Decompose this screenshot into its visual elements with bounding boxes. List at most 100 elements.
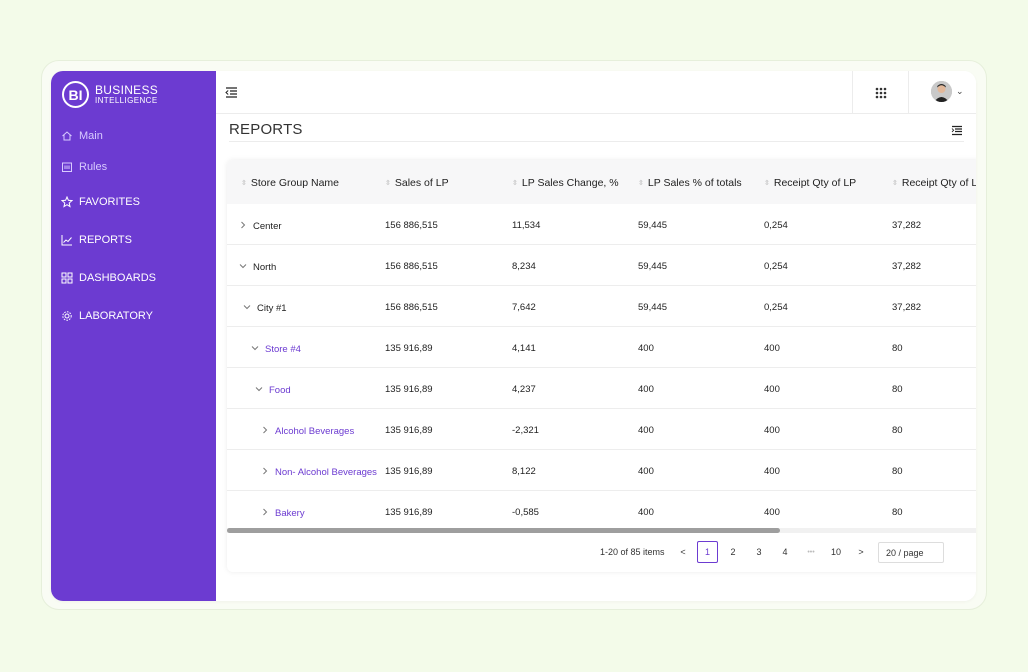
table-cell: 156 886,515 [385,220,438,231]
table-cell: 80 [892,425,903,436]
table-cell: 59,445 [638,302,668,313]
table-row[interactable]: Food 135 916,89 4,237 400 400 80 [227,368,976,409]
row-name-cell[interactable]: North [239,261,276,273]
next-page-button[interactable]: > [855,541,867,563]
column-header[interactable]: ⇳ Receipt Qty of LP [892,177,976,189]
apps-grid-icon [875,87,886,98]
table-cell: 0,254 [764,302,788,313]
prev-page-button[interactable]: < [677,541,689,563]
table-cell: 80 [892,343,903,354]
column-header[interactable]: ⇳ LP Sales % of totals [638,177,742,189]
table-cell: 156 886,515 [385,302,438,313]
sidebar-item-rules[interactable]: Rules [61,161,107,173]
row-name-label: Non- Alcohol Beverages [275,466,377,478]
sidebar-item-favorites[interactable]: FAVORITES [61,196,140,208]
table-cell: -2,321 [512,425,539,436]
row-name-label: City #1 [257,302,287,314]
sort-icon: ⇳ [385,179,391,187]
table-cell: 59,445 [638,261,668,272]
table-cell: 37,282 [892,220,922,231]
sidebar: BI BUSINESS INTELLIGENCE Main Rules FAVO… [51,71,216,601]
chevron-down-icon[interactable] [243,302,251,314]
chevron-right-icon[interactable] [239,220,247,232]
table-cell: 4,237 [512,384,536,395]
column-header[interactable]: ⇳ Receipt Qty of LP [764,177,856,189]
page-title: REPORTS [229,121,303,138]
table-cell: 80 [892,507,903,518]
table-cell: 80 [892,384,903,395]
sidebar-item-dashboards[interactable]: DASHBOARDS [61,272,156,284]
scrollbar-thumb[interactable] [227,528,780,533]
filter-list-icon[interactable] [951,123,963,136]
table-row[interactable]: North 156 886,515 8,234 59,445 0,254 37,282 [227,245,976,286]
gear-icon [61,310,73,322]
table-cell: 8,122 [512,466,536,477]
table-cell: 135 916,89 [385,343,433,354]
user-menu[interactable]: ⌄ [931,81,964,102]
chevron-down-icon: ⌄ [956,86,964,96]
row-name-cell[interactable]: Non- Alcohol Beverages [261,466,377,478]
column-header[interactable]: ⇳ Sales of LP [385,177,449,189]
chevron-down-icon[interactable] [251,343,259,355]
table-cell: 8,234 [512,261,536,272]
calendar-icon [61,161,73,173]
table-row[interactable]: Store #4 135 916,89 4,141 400 400 80 [227,327,976,368]
apps-grid-button[interactable] [852,71,909,114]
brand-line1: BUSINESS [95,83,159,97]
report-table: ⇳ Store Group Name ⇳ Sales of LP ⇳ LP Sales… [227,160,976,572]
table-row[interactable]: Center 156 886,515 11,534 59,445 0,254 37,282 [227,204,976,245]
pagination-ellipsis[interactable]: ••• [803,541,819,563]
table-cell: 400 [764,507,780,518]
table-cell: 135 916,89 [385,425,433,436]
page-1-button[interactable]: 1 [697,541,718,563]
page-4-button[interactable]: 4 [778,541,792,563]
app-window: BI BUSINESS INTELLIGENCE Main Rules FAVO… [51,71,976,601]
row-name-cell[interactable]: City #1 [243,302,287,314]
table-row[interactable]: Bakery 135 916,89 -0,585 400 400 80 [227,491,976,532]
table-cell: 0,254 [764,220,788,231]
table-cell: 135 916,89 [385,507,433,518]
column-header[interactable]: ⇳ Store Group Name [241,177,339,189]
line-chart-icon [61,234,73,246]
row-name-cell[interactable]: Store #4 [251,343,301,355]
table-cell: 400 [638,507,654,518]
row-name-label: North [253,261,277,273]
chevron-down-icon[interactable] [239,261,247,273]
sidebar-item-main[interactable]: Main [61,130,103,142]
table-row[interactable]: Alcohol Beverages 135 916,89 -2,321 400 400 8… [227,409,976,450]
chevron-right-icon[interactable] [261,507,269,519]
page-3-button[interactable]: 3 [752,541,766,563]
row-name-cell[interactable]: Alcohol Beverages [261,425,354,437]
menu-toggle-icon[interactable] [225,85,238,98]
page-2-button[interactable]: 2 [726,541,740,563]
row-name-cell[interactable]: Bakery [261,507,305,519]
row-name-label: Store #4 [265,343,301,355]
table-cell: 400 [638,466,654,477]
brand-badge: BI [62,81,89,108]
table-cell: 400 [764,384,780,395]
table-row[interactable]: Non- Alcohol Beverages 135 916,89 8,122 400… [227,450,976,491]
table-cell: 0,254 [764,261,788,272]
page-size-select[interactable]: 20 / page [878,542,944,563]
row-name-cell[interactable]: Food [255,384,291,396]
chevron-right-icon[interactable] [261,466,269,478]
sort-icon: ⇳ [892,179,898,187]
brand-logo[interactable]: BI BUSINESS INTELLIGENCE [62,81,158,108]
row-name-label: Center [253,220,282,232]
chevron-down-icon[interactable] [255,384,263,396]
row-name-cell[interactable]: Center [239,220,282,232]
sidebar-item-reports[interactable]: REPORTS [61,234,132,246]
table-cell: 400 [764,425,780,436]
table-row[interactable]: City #1 156 886,515 7,642 59,445 0,254 37,282 [227,286,976,327]
sidebar-item-laboratory[interactable]: LABORATORY [61,310,153,322]
column-header[interactable]: ⇳ LP Sales Change, % [512,177,619,189]
table-body: Center 156 886,515 11,534 59,445 0,254 37,282… [227,204,976,532]
page-10-button[interactable]: 10 [827,541,845,563]
sidebar-item-label: Main [79,130,103,142]
home-icon [61,130,73,142]
sidebar-item-label: REPORTS [79,234,132,246]
row-name-label: Alcohol Beverages [275,425,355,437]
chevron-right-icon[interactable] [261,425,269,437]
table-cell: 4,141 [512,343,536,354]
table-cell: 11,534 [512,220,541,231]
